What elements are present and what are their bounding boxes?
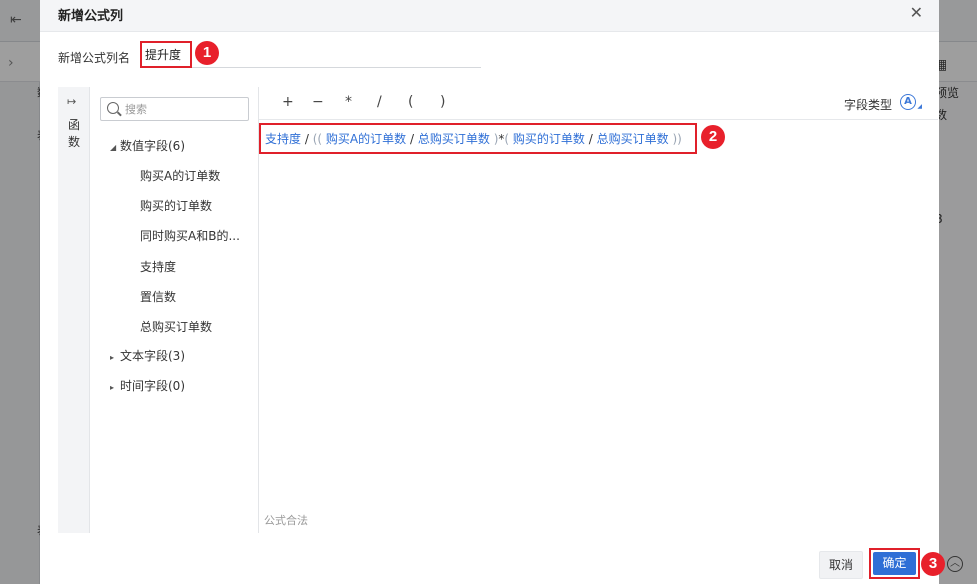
field-search-box[interactable]: [100, 97, 249, 121]
formula-editor-panel: + − * / ( ) 字段类型 A ◢ 支持度 / (( 购买A的订单数 / …: [259, 87, 938, 533]
new-formula-column-dialog: 新增公式列 ✕ 新增公式列名 1 ↦ 函数 ◢数值字段(6) 购买A的订单数 购…: [40, 0, 939, 584]
field-item[interactable]: 购买的订单数: [140, 197, 212, 214]
column-name-label: 新增公式列名: [58, 51, 131, 65]
annotation-badge: 2: [701, 125, 725, 149]
search-icon: [107, 102, 119, 114]
function-tab[interactable]: ↦ 函数: [58, 87, 90, 533]
formula-token-operator: /: [409, 132, 415, 146]
multiply-operator-button[interactable]: *: [345, 94, 352, 110]
formula-token-paren: (: [504, 132, 510, 146]
right-paren-button[interactable]: ): [440, 94, 445, 110]
field-list-panel: ◢数值字段(6) 购买A的订单数 购买的订单数 同时购买A和B的... 支持度 …: [90, 87, 259, 533]
ok-button-highlight: 确定: [869, 548, 920, 579]
annotation-badge: 3: [921, 552, 945, 576]
formula-editor[interactable]: 支持度 / (( 购买A的订单数 / 总购买订单数 )*( 购买的订单数 / 总…: [259, 123, 697, 154]
caret-right-icon: ▸: [110, 353, 115, 362]
expand-arrow-icon: ↦: [67, 95, 77, 108]
field-type-icon[interactable]: A: [900, 94, 916, 110]
column-name-field: [140, 41, 481, 68]
formula-token-field: 支持度: [265, 132, 302, 146]
field-item[interactable]: 置信数: [140, 288, 176, 305]
tree-group-time[interactable]: ▸ 时间字段(0): [110, 377, 185, 394]
formula-token-operator: /: [588, 132, 593, 146]
formula-token-field: 购买的订单数: [512, 132, 585, 146]
field-type-label: 字段类型: [843, 98, 892, 112]
formula-token-paren: ((: [312, 132, 323, 146]
left-paren-button[interactable]: (: [408, 94, 413, 110]
tree-group-text[interactable]: ▸ 文本字段(3): [110, 347, 185, 364]
tree-group-label: 数值字段(6): [120, 139, 185, 153]
divide-operator-button[interactable]: /: [377, 94, 382, 110]
caret-down-icon: ◢: [917, 103, 922, 110]
ok-button[interactable]: 确定: [873, 552, 916, 575]
field-search-input[interactable]: [125, 100, 245, 118]
caret-down-icon: ◢: [110, 143, 117, 152]
formula-token-field: 购买A的订单数: [325, 132, 407, 146]
formula-token-field: 总购买订单数: [596, 132, 669, 146]
plus-operator-button[interactable]: +: [282, 94, 294, 110]
tree-group-label: 时间字段(0): [120, 379, 185, 393]
formula-token-field: 总购买订单数: [417, 132, 490, 146]
formula-status: 公式合法: [264, 514, 308, 527]
caret-right-icon: ▸: [110, 383, 115, 392]
dialog-body: ↦ 函数 ◢数值字段(6) 购买A的订单数 购买的订单数 同时购买A和B的...…: [58, 87, 938, 533]
tree-group-numeric[interactable]: ◢ 数值字段(6): [110, 137, 185, 154]
column-name-input[interactable]: [140, 41, 192, 68]
formula-token-operator: /: [304, 132, 309, 146]
minus-operator-button[interactable]: −: [312, 94, 324, 110]
field-item[interactable]: 购买A的订单数: [140, 167, 220, 184]
field-item[interactable]: 总购买订单数: [140, 318, 212, 335]
tree-group-label: 文本字段(3): [120, 349, 185, 363]
cancel-button[interactable]: 取消: [819, 551, 863, 579]
operator-toolbar: + − * / ( ) 字段类型 A ◢: [259, 87, 938, 120]
formula-token-paren: )): [672, 132, 682, 146]
close-icon[interactable]: ✕: [910, 3, 923, 22]
field-item[interactable]: 支持度: [140, 258, 176, 275]
field-item[interactable]: 同时购买A和B的...: [140, 227, 240, 244]
dialog-title: 新增公式列: [58, 9, 124, 24]
dialog-header: 新增公式列 ✕: [40, 0, 939, 32]
annotation-badge: 1: [195, 41, 219, 65]
function-tab-label: 函数: [67, 118, 80, 149]
